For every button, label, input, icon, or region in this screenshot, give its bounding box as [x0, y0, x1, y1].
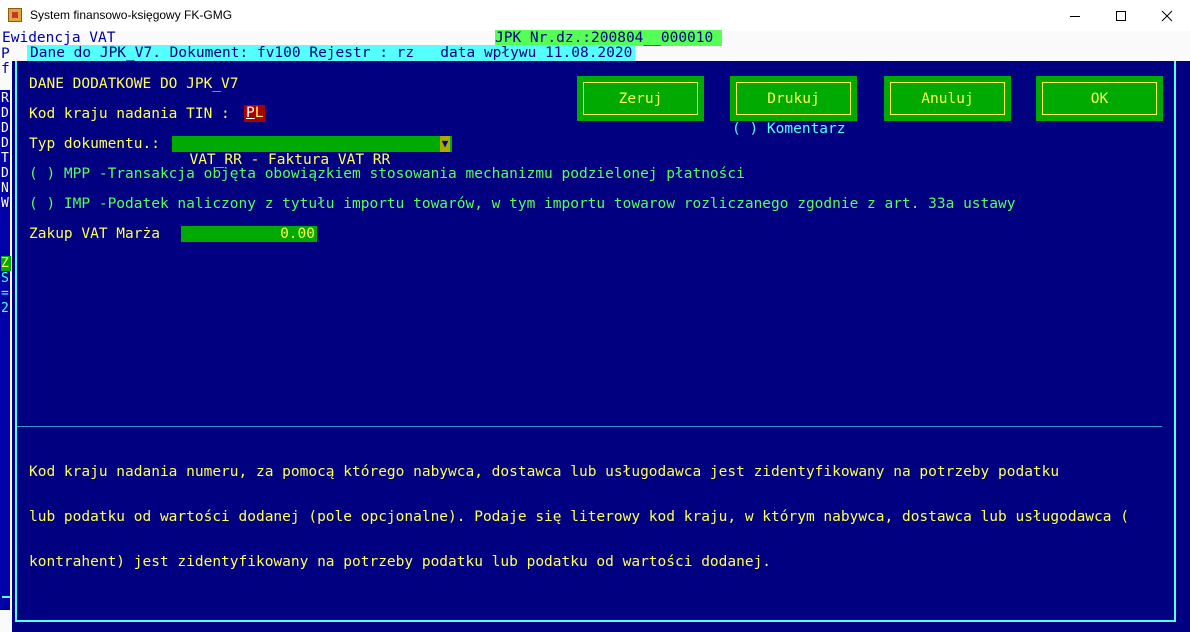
help-line: lub podatku od wartości dodanej (pole op…: [29, 509, 1129, 525]
zeruj-button-label: Zeruj: [583, 82, 698, 115]
maximize-button[interactable]: [1098, 0, 1144, 31]
marza-label: Zakup VAT Marża: [29, 226, 160, 242]
minimize-button[interactable]: [1052, 0, 1098, 31]
window-titlebar: System finansowo-księgowy FK-GMG: [0, 0, 1190, 32]
drukuj-button[interactable]: Drukuj: [730, 76, 857, 121]
tin-label: Kod kraju nadania TIN :: [29, 106, 239, 122]
close-icon: [1161, 10, 1173, 21]
tin-input-first-char: P: [246, 105, 255, 121]
module-title: Ewidencja VAT: [2, 30, 116, 46]
anuluj-button[interactable]: Anuluj: [884, 76, 1011, 121]
help-separator: [17, 426, 1162, 427]
ok-button-label: OK: [1042, 82, 1157, 115]
scroll-marker: [2, 596, 10, 598]
drukuj-button-label: Drukuj: [736, 82, 851, 115]
help-line: kontrahent) jest zidentyfikowany na potr…: [29, 554, 772, 570]
marza-input[interactable]: 0.00: [181, 226, 317, 242]
chevron-down-icon[interactable]: ▼: [440, 136, 450, 152]
help-line: Kod kraju nadania numeru, za pomocą któr…: [29, 464, 1060, 480]
jpk-number: JPK Nr.dz.:200804__000010: [495, 30, 722, 46]
side-letter: R: [1, 91, 9, 106]
imp-radio[interactable]: ( ) IMP -Podatek naliczony z tytułu impo…: [29, 196, 1015, 212]
close-button[interactable]: [1144, 0, 1190, 31]
anuluj-button-label: Anuluj: [890, 82, 1005, 115]
app-icon: [8, 8, 22, 22]
side-letter-s: S: [1, 271, 9, 286]
tin-input-rest: L: [254, 105, 264, 121]
side-letter-z: Z: [1, 256, 11, 271]
side-letter: D: [1, 106, 9, 121]
side-letter: N: [1, 181, 9, 196]
side-letter: D: [1, 166, 9, 181]
side-letter: D: [1, 121, 9, 136]
side-letter-eq: =: [1, 286, 9, 301]
tin-input[interactable]: PL: [244, 105, 266, 122]
side-letter: D: [1, 136, 9, 151]
section-title: DANE DODATKOWE DO JPK_V7: [29, 76, 239, 92]
minimize-icon: [1070, 15, 1080, 17]
help-text: Kod kraju nadania numeru, za pomocą któr…: [29, 435, 1129, 585]
maximize-icon: [1116, 10, 1126, 21]
side-letter-2: 2: [1, 301, 9, 316]
typ-label: Typ dokumentu.:: [29, 136, 169, 152]
side-letter-p: P: [1, 46, 10, 62]
side-letter-f: f: [1, 61, 10, 77]
typ-dokumentu-select[interactable]: VAT_RR - Faktura VAT RR ▼: [172, 136, 452, 168]
mpp-radio[interactable]: ( ) MPP -Transakcja objęta obowiązkiem s…: [29, 166, 745, 182]
komentarz-checkbox[interactable]: ( ) Komentarz: [732, 121, 846, 137]
ok-button[interactable]: OK: [1036, 76, 1163, 121]
side-letter: W: [1, 196, 9, 211]
zeruj-button[interactable]: Zeruj: [577, 76, 704, 121]
dialog-header: Dane do JPK_V7. Dokument: fv100 Rejestr …: [27, 45, 636, 61]
side-letter: T: [1, 151, 9, 166]
window-title: System finansowo-księgowy FK-GMG: [30, 8, 233, 22]
